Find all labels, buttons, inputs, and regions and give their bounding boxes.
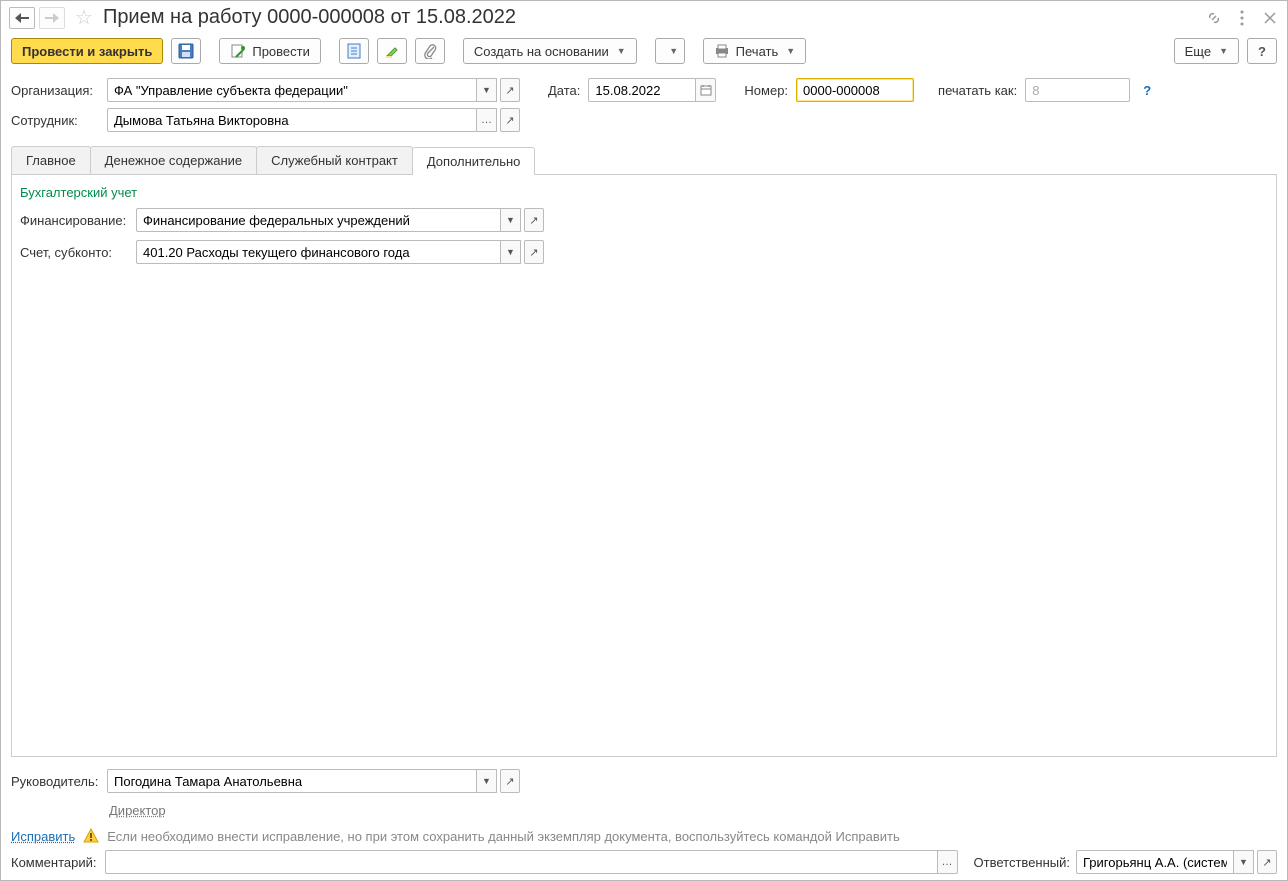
employee-open-button[interactable]: ↗ <box>500 108 520 132</box>
ellipsis-icon: … <box>942 856 953 868</box>
window-title: Прием на работу 0000-000008 от 15.08.202… <box>103 6 1201 29</box>
chevron-down-icon: ▼ <box>1239 857 1248 867</box>
favorite-star-icon[interactable]: ☆ <box>75 5 93 30</box>
document-icon <box>347 43 361 59</box>
account-open-button[interactable]: ↗ <box>524 240 544 264</box>
manager-label: Руководитель: <box>11 774 99 789</box>
comment-ellipsis-button[interactable]: … <box>938 850 958 874</box>
print-as-label: печатать как: <box>938 83 1017 98</box>
chevron-down-icon: ▼ <box>1219 46 1228 56</box>
chevron-down-icon: ▼ <box>506 215 515 225</box>
responsible-label: Ответственный: <box>974 855 1070 870</box>
chevron-down-icon: ▼ <box>786 46 795 56</box>
open-icon: ↗ <box>529 214 538 227</box>
floppy-icon <box>178 43 194 59</box>
chevron-down-icon: ▼ <box>482 85 491 95</box>
chevron-down-icon: ▼ <box>506 247 515 257</box>
link-icon[interactable] <box>1205 9 1223 27</box>
fix-link[interactable]: Исправить <box>11 829 75 844</box>
chevron-down-icon: ▼ <box>482 776 491 786</box>
financing-input[interactable] <box>136 208 501 232</box>
save-button[interactable] <box>171 38 201 64</box>
account-dropdown-button[interactable]: ▼ <box>501 240 521 264</box>
accounting-section-title: Бухгалтерский учет <box>20 185 1268 200</box>
post-button-label: Провести <box>252 44 310 59</box>
print-label: Печать <box>736 44 779 59</box>
employee-input[interactable] <box>107 108 477 132</box>
account-label: Счет, субконто: <box>20 245 130 260</box>
tab-salary[interactable]: Денежное содержание <box>90 146 257 174</box>
manager-dropdown-button[interactable]: ▼ <box>477 769 497 793</box>
printer-icon <box>714 44 730 58</box>
more-button[interactable]: Еще ▼ <box>1174 38 1239 64</box>
highlighter-icon <box>384 43 400 59</box>
print-as-input[interactable] <box>1025 78 1130 102</box>
question-icon: ? <box>1258 44 1266 59</box>
tab-main[interactable]: Главное <box>11 146 91 174</box>
financing-label: Финансирование: <box>20 213 130 228</box>
comment-label: Комментарий: <box>11 855 99 870</box>
financing-open-button[interactable]: ↗ <box>524 208 544 232</box>
fix-text: Если необходимо внести исправление, но п… <box>107 829 899 844</box>
date-picker-button[interactable] <box>696 78 716 102</box>
nav-back-button[interactable] <box>9 7 35 29</box>
responsible-dropdown-button[interactable]: ▼ <box>1234 850 1254 874</box>
highlight-button[interactable] <box>377 38 407 64</box>
create-based-label: Создать на основании <box>474 44 609 59</box>
open-icon: ↗ <box>505 84 514 97</box>
chevron-down-icon: ▼ <box>669 46 678 56</box>
post-icon <box>230 43 246 59</box>
number-label: Номер: <box>744 83 788 98</box>
nav-forward-button <box>39 7 65 29</box>
date-input[interactable] <box>588 78 696 102</box>
ellipsis-icon: … <box>481 114 492 126</box>
open-icon: ↗ <box>1262 856 1271 869</box>
account-input[interactable] <box>136 240 501 264</box>
org-input[interactable] <box>107 78 477 102</box>
post-and-close-button[interactable]: Провести и закрыть <box>11 38 163 64</box>
attach-button[interactable] <box>415 38 445 64</box>
manager-input[interactable] <box>107 769 477 793</box>
chevron-down-icon: ▼ <box>617 46 626 56</box>
tab-contract[interactable]: Служебный контракт <box>256 146 413 174</box>
help-button[interactable]: ? <box>1247 38 1277 64</box>
close-icon[interactable] <box>1261 9 1279 27</box>
number-input[interactable] <box>796 78 914 102</box>
arrow-right-icon <box>45 13 59 23</box>
employee-label: Сотрудник: <box>11 113 99 128</box>
print-button[interactable]: Печать ▼ <box>703 38 807 64</box>
open-icon: ↗ <box>505 114 514 127</box>
org-label: Организация: <box>11 83 99 98</box>
create-based-button[interactable]: Создать на основании ▼ <box>463 38 637 64</box>
open-icon: ↗ <box>529 246 538 259</box>
manager-position-link[interactable]: Директор <box>109 803 166 818</box>
responsible-open-button[interactable]: ↗ <box>1257 850 1277 874</box>
manager-open-button[interactable]: ↗ <box>500 769 520 793</box>
warning-icon <box>83 828 99 844</box>
kebab-menu-icon[interactable] <box>1233 9 1251 27</box>
calendar-icon <box>700 84 712 96</box>
org-dropdown-button[interactable]: ▼ <box>477 78 497 102</box>
financing-dropdown-button[interactable]: ▼ <box>501 208 521 232</box>
document-view-button[interactable] <box>339 38 369 64</box>
employee-ellipsis-button[interactable]: … <box>477 108 497 132</box>
date-label: Дата: <box>548 83 580 98</box>
arrow-left-icon <box>15 13 29 23</box>
responsible-input[interactable] <box>1076 850 1234 874</box>
copy-doc-button[interactable]: ▼ <box>655 38 685 64</box>
org-open-button[interactable]: ↗ <box>500 78 520 102</box>
post-button[interactable]: Провести <box>219 38 321 64</box>
tab-additional[interactable]: Дополнительно <box>412 147 536 175</box>
paperclip-icon <box>423 43 437 59</box>
open-icon: ↗ <box>505 775 514 788</box>
more-label: Еще <box>1185 44 1211 59</box>
comment-input[interactable] <box>105 850 938 874</box>
print-as-help[interactable]: ? <box>1138 82 1156 99</box>
